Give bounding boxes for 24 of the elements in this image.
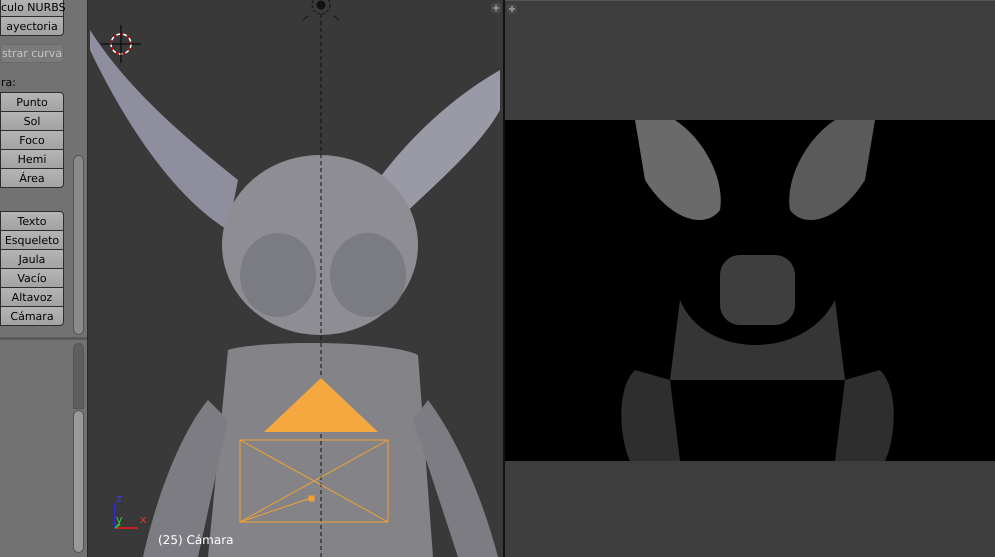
sun-lamp-icon [302,0,340,20]
toolshelf-button[interactable]: Texto [0,211,64,231]
toolshelf-button[interactable]: Sol [0,111,64,131]
toolshelf-button[interactable]: Jaula [0,249,64,269]
3d-cursor-icon [100,24,142,64]
section-heading: ra: [0,77,17,88]
axis-label: x [140,514,147,525]
toolshelf-button[interactable]: Altavoz [0,287,64,307]
toolshelf-button[interactable]: ayectoria [0,16,64,36]
toolshelf-button[interactable]: Área [0,168,64,188]
toolshelf-button[interactable]: Esqueleto [0,230,64,250]
scrollbar-thumb[interactable] [73,155,84,335]
axis-gizmo-icon [114,503,138,529]
scrollbar-thumb[interactable] [73,410,84,553]
toolshelf-button[interactable]: Hemi [0,149,64,169]
area-split-icon[interactable] [507,4,517,14]
toolshelf-button[interactable]: Cámara [0,306,64,326]
toolshelf-button[interactable]: Vacío [0,268,64,288]
toolshelf-button[interactable]: Foco [0,130,64,150]
axis-label: y [116,514,123,525]
camera-triangle-icon [264,378,378,432]
axis-label: z [116,493,122,504]
toolshelf-button[interactable]: Punto [0,92,64,112]
area-split-icon[interactable] [491,3,501,13]
